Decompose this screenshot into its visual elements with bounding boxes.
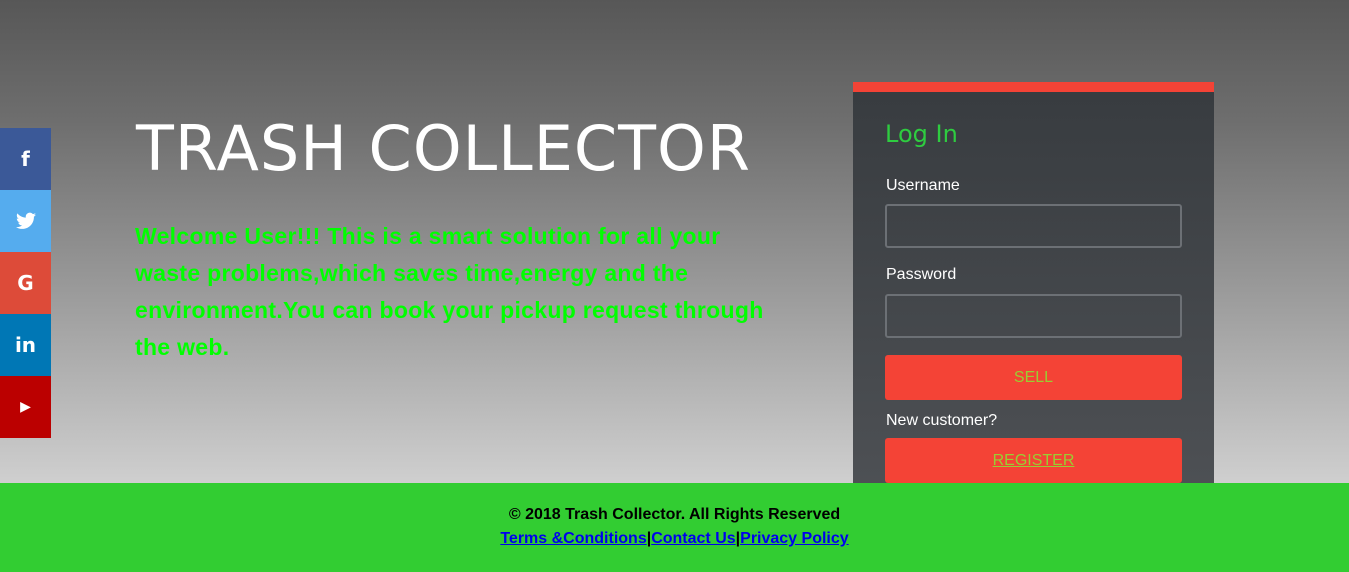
youtube-button[interactable]: ▶ (0, 376, 51, 438)
youtube-icon: ▶ (20, 399, 31, 415)
linkedin-icon: in (14, 333, 37, 357)
login-heading: Log In (885, 120, 958, 148)
register-button[interactable]: REGISTER (885, 438, 1182, 483)
social-sidebar: f G in ▶ (0, 128, 51, 438)
linkedin-button[interactable]: in (0, 314, 51, 376)
password-input[interactable] (885, 294, 1182, 338)
password-label: Password (886, 266, 957, 283)
footer: © 2018 Trash Collector. All Rights Reser… (0, 483, 1349, 572)
twitter-icon (15, 212, 36, 229)
login-panel: Log In Username Password SELL New custom… (853, 82, 1214, 483)
welcome-text: Welcome User!!! This is a smart solution… (135, 223, 764, 360)
twitter-button[interactable] (0, 190, 51, 252)
privacy-link[interactable]: Privacy Policy (740, 530, 849, 547)
terms-link[interactable]: Terms &Conditions (500, 530, 646, 547)
google-button[interactable]: G (0, 252, 51, 314)
sell-button[interactable]: SELL (885, 355, 1182, 400)
username-input[interactable] (885, 204, 1182, 248)
page-title: TRASH COLLECTOR (136, 112, 751, 185)
contact-link[interactable]: Contact Us (651, 530, 735, 547)
facebook-button[interactable]: f (0, 128, 51, 190)
facebook-icon: f (21, 147, 30, 171)
footer-links: Terms &Conditions|Contact Us|Privacy Pol… (0, 530, 1349, 548)
copyright-text: © 2018 Trash Collector. All Rights Reser… (508, 506, 841, 523)
username-label: Username (886, 177, 960, 194)
new-customer-label: New customer? (886, 412, 998, 429)
google-icon: G (17, 271, 34, 295)
hero-section: f G in ▶ TRASH COLLECTOR Welcome User!!!… (0, 0, 1349, 483)
